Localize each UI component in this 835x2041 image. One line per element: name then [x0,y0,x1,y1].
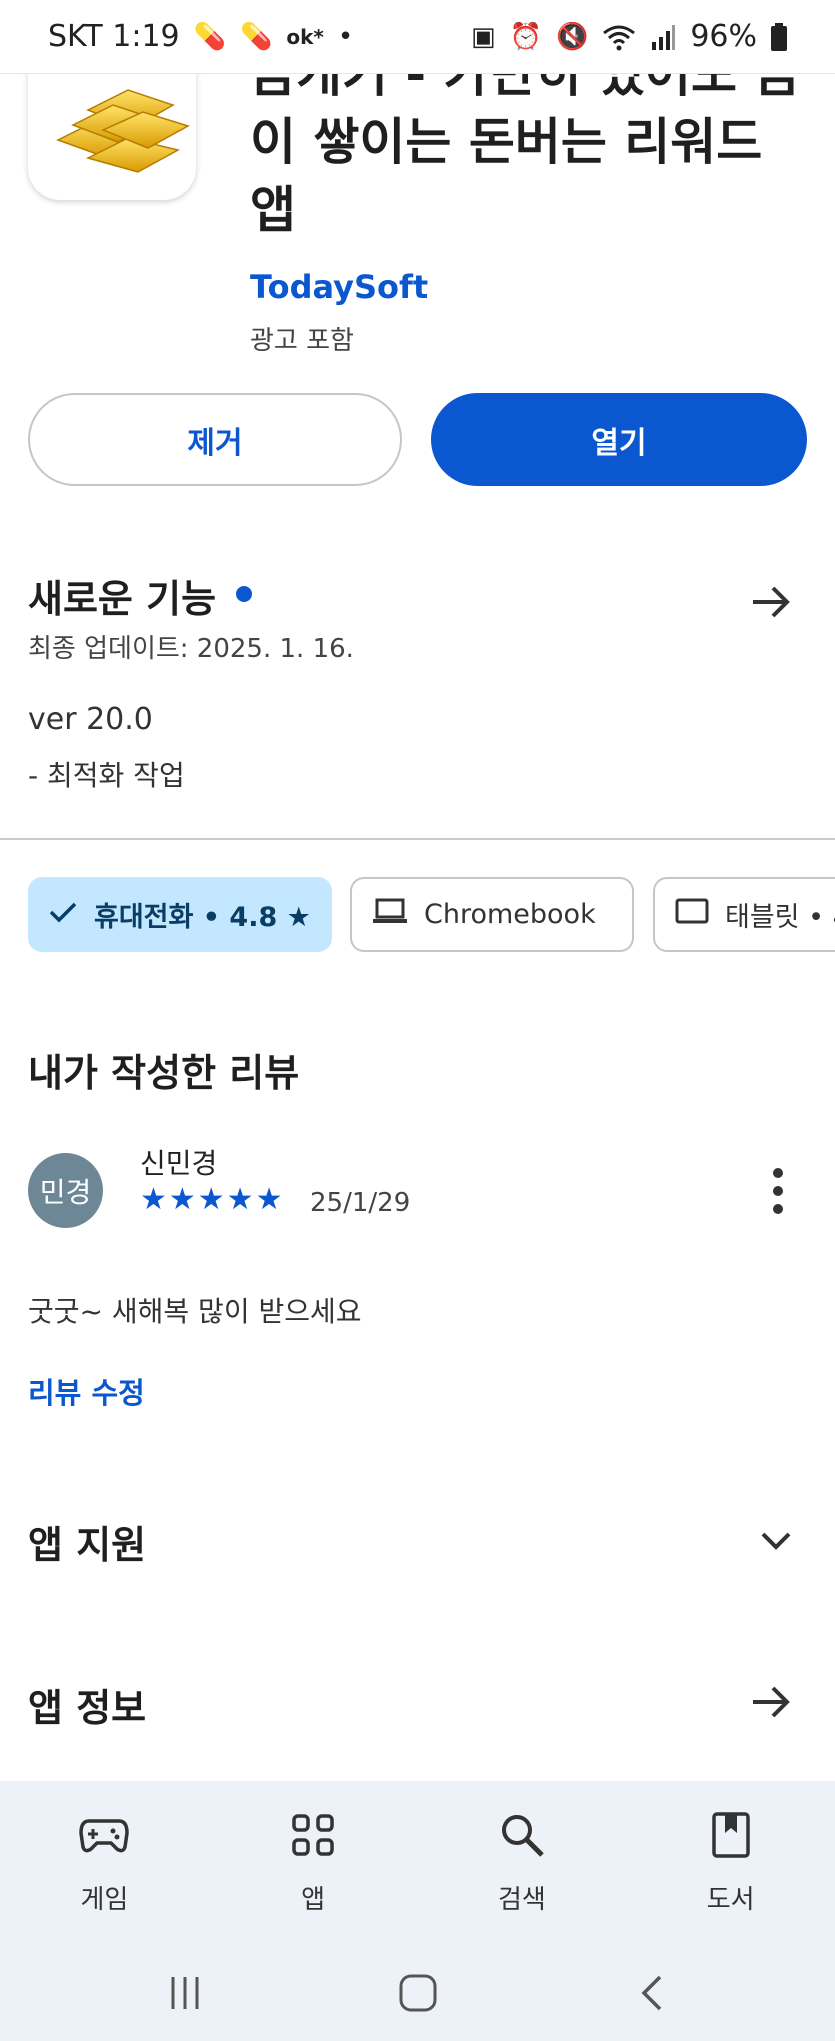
app-support-title[interactable]: 앱 지원 [28,1514,146,1569]
nav-books-label: 도서 [706,1885,755,1915]
battery-saver-icon: ▣ [470,21,496,52]
chip-tablet[interactable]: 태블릿 • 4 [653,877,835,952]
last-updated: 최종 업데이트: 2025. 1. 16. [28,634,354,664]
tablet-icon [675,897,709,932]
chip-phone-label: 휴대전화 • 4.8 ★ [94,902,311,933]
ok-icon: ok* [286,24,324,49]
nav-search[interactable]: 검색 [418,1781,627,1951]
chevron-down-icon[interactable] [759,1520,793,1561]
reviewer-name: 신민경 [140,1147,218,1180]
laptop-icon [372,897,408,932]
open-button[interactable]: 열기 [431,393,807,486]
bottom-nav: 게임 앱 검색 도서 [0,1781,835,1951]
divider [0,838,835,840]
home-icon[interactable] [398,1973,438,2017]
arrow-right-icon[interactable] [749,582,793,633]
battery-icon [771,22,787,51]
alarm-icon: ⏰ [509,21,542,52]
nav-games-label: 게임 [80,1885,129,1915]
nav-apps-label: 앱 [301,1885,326,1915]
book-icon [711,1805,751,1865]
avatar: 민경 [28,1153,103,1228]
arrow-right-icon[interactable] [749,1682,793,1733]
whats-new-heading[interactable]: 새로운 기능 [28,568,253,623]
search-icon [499,1805,545,1865]
more-options-icon[interactable] [770,1168,786,1214]
edit-review-link[interactable]: 리뷰 수정 [28,1370,145,1412]
chip-chromebook-label: Chromebook [424,899,596,930]
mute-icon: 🔇 [555,21,589,52]
carrier-time: SKT 1:19 [48,19,180,54]
chip-phone[interactable]: 휴대전화 • 4.8 ★ [28,877,332,952]
battery-percent: 96% [690,19,757,54]
changelog-line: - 최적화 작업 [28,759,185,792]
apps-icon [291,1805,335,1865]
system-nav-bar [0,1951,835,2041]
review-date: 25/1/29 [310,1188,411,1218]
ads-note: 광고 포함 [250,326,354,356]
back-icon[interactable] [636,1973,666,2017]
chip-chromebook[interactable]: Chromebook [350,877,634,952]
nav-games[interactable]: 게임 [0,1781,209,1951]
nav-apps[interactable]: 앱 [209,1781,418,1951]
chip-tablet-label: 태블릿 • 4 [725,902,835,933]
review-text: 굿굿~ 새해복 많이 받으세요 [28,1295,362,1328]
app-info-title[interactable]: 앱 정보 [28,1677,146,1732]
my-review-title: 내가 작성한 리뷰 [28,1051,300,1095]
star-rating: ★★★★★ [140,1182,285,1217]
recent-apps-icon[interactable] [165,1973,205,2017]
check-icon [48,897,78,932]
whats-new-title: 새로운 기능 [28,577,217,621]
uninstall-button[interactable]: 제거 [28,393,402,486]
dot-icon: • [337,21,354,52]
nav-books[interactable]: 도서 [626,1781,835,1951]
nav-search-label: 검색 [497,1885,546,1915]
developer-link[interactable]: TodaySoft [250,268,428,306]
status-bar: SKT 1:19 💊 💊 ok* • ▣ ⏰ 🔇 96% [0,0,835,74]
new-indicator-dot [236,585,253,602]
signal-icon [652,24,676,50]
pill-icon: 💊 [193,21,226,52]
wifi-icon [603,25,636,50]
pill-icon: 💊 [240,21,273,52]
version-text: ver 20.0 [28,702,153,737]
gamepad-icon [79,1805,130,1865]
